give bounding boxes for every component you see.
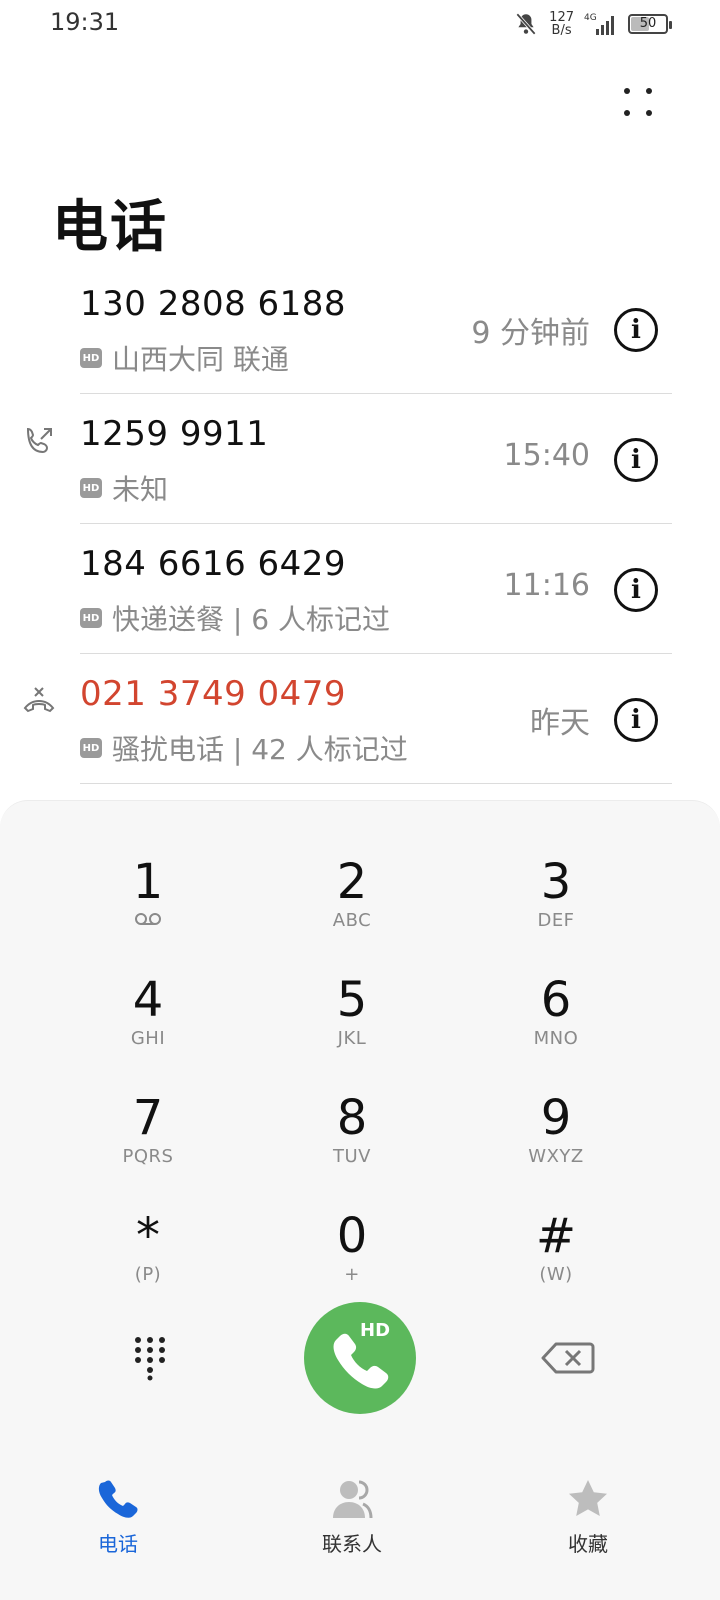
voicemail-icon xyxy=(135,913,161,925)
call-time: 9 分钟前 xyxy=(471,316,590,351)
call-button[interactable]: HD xyxy=(304,1302,416,1414)
more-dot xyxy=(624,110,630,116)
outgoing-call-icon xyxy=(26,427,52,454)
contacts-icon xyxy=(333,1480,373,1519)
rejected-call-icon xyxy=(23,687,55,713)
star-icon xyxy=(569,1480,607,1516)
bottom-nav: 电话 联系人 收藏 xyxy=(0,1460,720,1600)
status-bar: 19:31 127 B/s 4G 50 xyxy=(0,0,720,48)
call-time: 15:40 xyxy=(503,438,590,473)
more-dot xyxy=(646,88,652,94)
call-log-list: 130 2808 6188 HD 山西大同 联通 9 分钟前 i 1259 99… xyxy=(0,264,720,784)
status-icons: 127 B/s 4G 50 xyxy=(513,8,672,40)
call-location: HD 山西大同 联通 xyxy=(80,338,289,378)
call-info-button[interactable]: i xyxy=(614,568,658,612)
more-dot xyxy=(624,88,630,94)
more-dot xyxy=(646,110,652,116)
tab-contacts[interactable]: 联系人 xyxy=(272,1476,432,1586)
dial-key-3[interactable]: 3 DEF xyxy=(456,850,656,960)
divider xyxy=(80,783,672,784)
network-speed: 127 B/s xyxy=(549,10,574,38)
hd-badge: HD xyxy=(80,348,102,368)
dial-key-8[interactable]: 8 TUV xyxy=(252,1086,452,1196)
call-location: HD 未知 xyxy=(80,468,168,508)
page-title: 电话 xyxy=(52,195,168,260)
signal-icon: 4G xyxy=(584,13,614,35)
svg-text:4G: 4G xyxy=(584,13,597,23)
dial-key-7[interactable]: 7 PQRS xyxy=(48,1086,248,1196)
dial-key-9[interactable]: 9 WXYZ xyxy=(456,1086,656,1196)
battery-icon: 50 xyxy=(628,14,672,34)
more-options-button[interactable] xyxy=(616,80,660,124)
dial-key-6[interactable]: 6 MNO xyxy=(456,968,656,1078)
call-log-row[interactable]: 130 2808 6188 HD 山西大同 联通 9 分钟前 i xyxy=(0,264,720,394)
dial-key-5[interactable]: 5 JKL xyxy=(252,968,452,1078)
bell-muted-icon xyxy=(516,13,537,35)
tab-favorites[interactable]: 收藏 xyxy=(508,1476,668,1586)
hd-badge: HD xyxy=(80,738,102,758)
dial-key-2[interactable]: 2 ABC xyxy=(252,850,452,960)
backspace-icon[interactable] xyxy=(540,1340,596,1376)
call-info-button[interactable]: i xyxy=(614,308,658,352)
call-location: HD 骚扰电话 | 42 人标记过 xyxy=(80,728,408,768)
phone-tab-icon xyxy=(98,1480,138,1518)
hd-badge: HD xyxy=(80,608,102,628)
call-number: 021 3749 0479 xyxy=(80,674,347,714)
call-log-row[interactable]: 184 6616 6429 HD 快递送餐 | 6 人标记过 11:16 i xyxy=(0,524,720,654)
dial-key-hash[interactable]: # (W) xyxy=(456,1204,656,1314)
call-info-button[interactable]: i xyxy=(614,698,658,742)
dial-key-4[interactable]: 4 GHI xyxy=(48,968,248,1078)
hd-badge: HD xyxy=(80,478,102,498)
call-number: 130 2808 6188 xyxy=(80,284,347,324)
tab-phone[interactable]: 电话 xyxy=(38,1476,198,1586)
call-location: HD 快递送餐 | 6 人标记过 xyxy=(80,598,390,638)
call-hd-label: HD xyxy=(360,1320,391,1341)
call-info-button[interactable]: i xyxy=(614,438,658,482)
call-number: 184 6616 6429 xyxy=(80,544,347,584)
dial-key-0[interactable]: 0 + xyxy=(252,1204,452,1314)
call-log-row[interactable]: 021 3749 0479 HD 骚扰电话 | 42 人标记过 昨天 i xyxy=(0,654,720,784)
dial-key-star[interactable]: * (P) xyxy=(48,1204,248,1314)
phone-icon xyxy=(333,1333,389,1389)
call-log-row[interactable]: 1259 9911 HD 未知 15:40 i xyxy=(0,394,720,524)
dialpad-toggle-icon[interactable] xyxy=(128,1334,172,1382)
call-number: 1259 9911 xyxy=(80,414,269,454)
call-time: 昨天 xyxy=(530,706,590,741)
dial-key-1[interactable]: 1 xyxy=(48,850,248,960)
call-time: 11:16 xyxy=(503,568,590,603)
status-time: 19:31 xyxy=(50,8,120,36)
